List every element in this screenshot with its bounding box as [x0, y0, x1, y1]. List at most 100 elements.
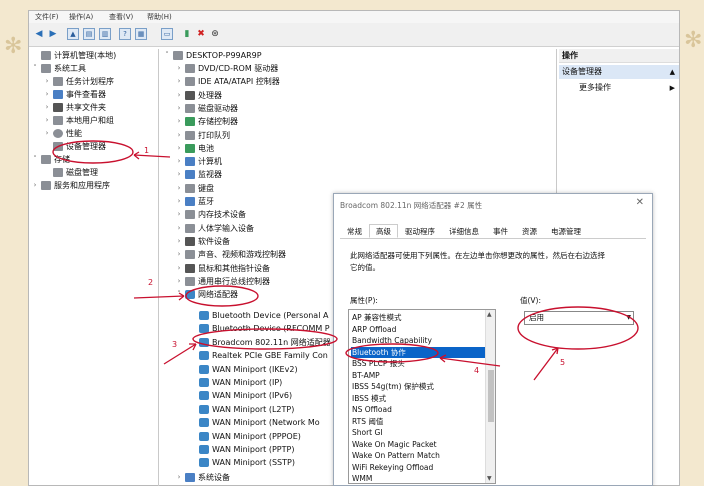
- properties-icon[interactable]: ▥: [99, 28, 111, 40]
- chevron-down-icon[interactable]: ▼: [626, 312, 631, 324]
- scroll-down-icon[interactable]: ▼: [487, 475, 492, 482]
- device-category-item[interactable]: › 软件设备: [175, 235, 230, 248]
- device-category-item[interactable]: › 处理器: [175, 89, 222, 102]
- property-item[interactable]: Bandwidth Capability: [351, 335, 485, 347]
- chevron-right-icon[interactable]: ›: [175, 142, 183, 155]
- close-icon[interactable]: ✕: [636, 197, 644, 208]
- collapse-up-icon[interactable]: ▲: [670, 65, 675, 79]
- device-category-item[interactable]: › 监视器: [175, 168, 222, 181]
- property-item[interactable]: RTS 阈值: [351, 416, 485, 428]
- up-folder-icon[interactable]: ▲: [67, 28, 79, 40]
- chevron-right-icon[interactable]: ›: [175, 262, 183, 275]
- device-category-item[interactable]: › 声音、视频和游戏控制器: [175, 248, 286, 261]
- chevron-right-icon[interactable]: ›: [175, 208, 183, 221]
- menu-view[interactable]: 查看(V): [109, 12, 133, 22]
- tab-power[interactable]: 电源管理: [544, 224, 588, 238]
- menu-help[interactable]: 帮助(H): [147, 12, 172, 22]
- network-adapter-item[interactable]: WAN Miniport (SSTP): [189, 456, 335, 469]
- device-category-item[interactable]: › 电池: [175, 142, 214, 155]
- network-adapter-item[interactable]: Realtek PCIe GBE Family Con: [189, 349, 335, 362]
- property-item[interactable]: WiFi Rekeying Offload: [351, 462, 485, 474]
- network-adapter-item[interactable]: WAN Miniport (PPPOE): [189, 430, 335, 443]
- help-icon[interactable]: ?: [119, 28, 131, 40]
- network-adapter-item[interactable]: WAN Miniport (IKEv2): [189, 363, 335, 376]
- menu-action[interactable]: 操作(A): [69, 12, 93, 22]
- device-category-item[interactable]: › 存储控制器: [175, 115, 238, 128]
- property-item[interactable]: WMM: [351, 473, 485, 483]
- tab-details[interactable]: 详细信息: [442, 224, 486, 238]
- network-adapter-item[interactable]: WAN Miniport (IPv6): [189, 389, 335, 402]
- chevron-right-icon[interactable]: ›: [175, 75, 183, 88]
- value-select[interactable]: 启用 ▼: [524, 311, 634, 325]
- device-category-item[interactable]: ˅ 网络适配器: [175, 288, 238, 301]
- chevron-right-icon[interactable]: ›: [175, 182, 183, 195]
- red-x-icon[interactable]: ✖: [195, 28, 207, 40]
- chevron-right-icon[interactable]: ›: [175, 195, 183, 208]
- property-item[interactable]: NS Offload: [351, 404, 485, 416]
- monitor-icon[interactable]: ▭: [161, 28, 173, 40]
- device-category-item[interactable]: › 蓝牙: [175, 195, 214, 208]
- chevron-right-icon[interactable]: ›: [175, 62, 183, 75]
- tree-shared-folders[interactable]: › 共享文件夹: [43, 101, 106, 114]
- property-item[interactable]: Bluetooth 协作: [351, 346, 485, 358]
- device-category-item[interactable]: › 磁盘驱动器: [175, 102, 238, 115]
- device-category-item[interactable]: › 计算机: [175, 155, 222, 168]
- device-category-item[interactable]: › 打印队列: [175, 129, 230, 142]
- tree-storage[interactable]: ˅ 存储: [31, 153, 70, 166]
- tree-device-manager[interactable]: 设备管理器: [43, 140, 106, 153]
- property-item[interactable]: BT-AMP: [351, 370, 485, 382]
- network-adapter-item[interactable]: Bluetooth Device (Personal A: [189, 309, 335, 322]
- tab-general[interactable]: 常规: [340, 224, 369, 238]
- tab-driver[interactable]: 驱动程序: [398, 224, 442, 238]
- view-icon[interactable]: ▦: [135, 28, 147, 40]
- property-item[interactable]: Wake On Magic Packet: [351, 439, 485, 451]
- property-item[interactable]: Short GI: [351, 427, 485, 439]
- chevron-right-icon[interactable]: ›: [175, 235, 183, 248]
- tree-event-viewer[interactable]: › 事件查看器: [43, 88, 106, 101]
- tab-events[interactable]: 事件: [486, 224, 515, 238]
- chevron-right-icon[interactable]: ›: [175, 275, 183, 288]
- network-adapter-item[interactable]: WAN Miniport (PPTP): [189, 443, 335, 456]
- property-item[interactable]: IBSS 模式: [351, 393, 485, 405]
- tree-services[interactable]: › 服务和应用程序: [31, 179, 110, 192]
- tab-resources[interactable]: 资源: [515, 224, 544, 238]
- tree-task-scheduler[interactable]: › 任务计划程序: [43, 75, 114, 88]
- chevron-right-icon[interactable]: ›: [175, 102, 183, 115]
- chevron-right-icon[interactable]: ›: [175, 115, 183, 128]
- property-item[interactable]: ARP Offload: [351, 324, 485, 336]
- network-adapter-item[interactable]: WAN Miniport (Network Mo: [189, 416, 335, 429]
- chevron-right-icon[interactable]: ›: [175, 129, 183, 142]
- device-category-item[interactable]: › 通用串行总线控制器: [175, 275, 270, 288]
- property-list[interactable]: ▲ ▼ AP 兼容性模式 ARP Offload Bandwidth Capabili…: [348, 309, 496, 484]
- arrow-right-icon[interactable]: ▶: [47, 28, 59, 40]
- update-driver-icon[interactable]: ▮: [181, 28, 193, 40]
- device-tree-root[interactable]: ˅ DESKTOP-P99AR9P: [163, 49, 262, 62]
- device-category-item[interactable]: › 鼠标和其他指针设备: [175, 262, 270, 275]
- network-adapter-item[interactable]: Broadcom 802.11n 网络适配器: [189, 336, 335, 349]
- chevron-down-icon[interactable]: ˅: [175, 288, 183, 301]
- network-adapter-item[interactable]: WAN Miniport (IP): [189, 376, 335, 389]
- property-scrollbar[interactable]: ▲ ▼: [485, 310, 495, 483]
- download-icon[interactable]: ⊛: [209, 28, 221, 40]
- menu-file[interactable]: 文件(F): [35, 12, 59, 22]
- network-adapter-item[interactable]: WAN Miniport (L2TP): [189, 403, 335, 416]
- chevron-right-icon[interactable]: ›: [175, 155, 183, 168]
- device-category-item[interactable]: › 内存技术设备: [175, 208, 246, 221]
- scroll-thumb[interactable]: [488, 370, 494, 422]
- property-item[interactable]: BSS PLCP 报头: [351, 358, 485, 370]
- chevron-right-icon[interactable]: ›: [175, 248, 183, 261]
- tree-disk-management[interactable]: 磁盘管理: [43, 166, 98, 179]
- property-item[interactable]: AP 兼容性模式: [351, 312, 485, 324]
- actions-device-manager[interactable]: 设备管理器 ▲: [559, 65, 679, 79]
- chevron-right-icon[interactable]: ›: [175, 222, 183, 235]
- network-adapter-item[interactable]: Bluetooth Device (RFCOMM P: [189, 322, 335, 335]
- arrow-left-icon[interactable]: ◀: [33, 28, 45, 40]
- device-category-item[interactable]: › DVD/CD-ROM 驱动器: [175, 62, 278, 75]
- scroll-up-icon[interactable]: ▲: [487, 311, 492, 318]
- show-tree-icon[interactable]: ▤: [83, 28, 95, 40]
- property-item[interactable]: Wake On Pattern Match: [351, 450, 485, 462]
- device-category-item[interactable]: › 键盘: [175, 182, 214, 195]
- tree-performance[interactable]: › 性能: [43, 127, 82, 140]
- tree-root[interactable]: 计算机管理(本地): [31, 49, 116, 62]
- actions-more[interactable]: 更多操作 ▶: [559, 81, 679, 95]
